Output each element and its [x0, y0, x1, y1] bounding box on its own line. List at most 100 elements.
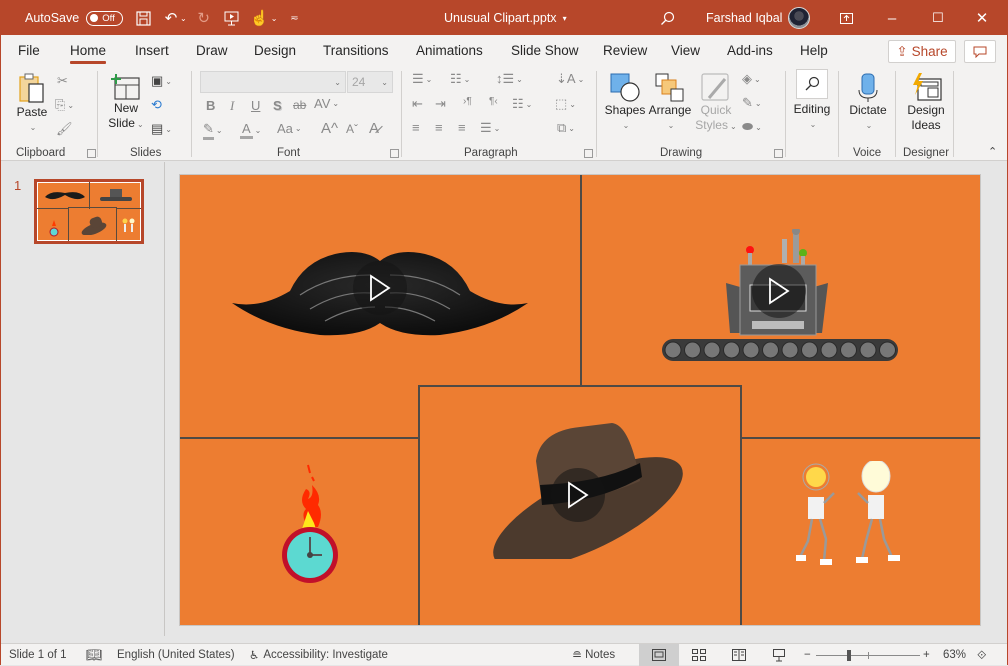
character-spacing-button[interactable]: AV ⌄	[314, 96, 339, 111]
align-left-icon[interactable]: ≡	[412, 120, 420, 135]
save-icon[interactable]	[132, 7, 154, 29]
change-case-button[interactable]: Aa ⌄	[277, 121, 302, 136]
align-right-icon[interactable]: ≡	[458, 120, 466, 135]
ltr-icon[interactable]: ›¶	[463, 96, 472, 107]
layout-icon[interactable]: ▣ ⌄	[151, 73, 172, 89]
line-spacing-icon[interactable]: ↕☰ ⌄	[496, 71, 523, 87]
title-dropdown-icon[interactable]: ▾	[563, 14, 567, 23]
tab-design[interactable]: Design	[254, 35, 296, 65]
font-name-combo[interactable]: ⌄	[200, 71, 346, 93]
align-text-icon[interactable]: ⬚ ⌄	[555, 96, 576, 112]
bullets-icon[interactable]: ☰ ⌄	[412, 71, 432, 87]
new-slide-button[interactable]: New Slide ⌄	[108, 73, 144, 132]
play-media-button[interactable]	[752, 264, 806, 318]
numbering-icon[interactable]: ☷ ⌄	[450, 71, 470, 87]
shadow-button[interactable]: S	[273, 98, 282, 113]
accessibility-checker[interactable]: ♿︎ Accessibility: Investigate	[249, 644, 388, 666]
quick-styles-button[interactable]: Quick Styles ⌄	[694, 73, 738, 134]
tab-animations[interactable]: Animations	[416, 35, 483, 65]
shapes-button[interactable]: Shapes ⌄	[604, 73, 646, 133]
notes-button[interactable]: ≘ Notes	[572, 644, 615, 666]
autosave-control[interactable]: AutoSave Off	[25, 1, 124, 35]
minimize-icon[interactable]: –	[881, 7, 903, 29]
tab-slide-show[interactable]: Slide Show	[511, 35, 579, 65]
paste-dropdown-icon[interactable]: ⌄	[30, 120, 37, 135]
decrease-indent-icon[interactable]: ⇤	[412, 96, 423, 112]
spelling-check-icon[interactable]: 📖︎	[86, 644, 103, 666]
format-painter-icon[interactable]: 🖌	[56, 121, 73, 137]
mustache-clipart[interactable]	[230, 245, 530, 350]
design-ideas-button[interactable]: Design Ideas	[904, 73, 948, 133]
zoom-slider[interactable]	[816, 644, 920, 666]
robot-tank-clipart[interactable]	[660, 227, 900, 368]
search-icon[interactable]	[656, 7, 678, 29]
font-name-dropdown-icon[interactable]: ⌄	[334, 78, 341, 87]
shape-outline-icon[interactable]: ✎ ⌄	[742, 95, 762, 111]
fit-to-window-icon[interactable]: ⟐	[977, 644, 986, 666]
zoom-in-button[interactable]: +	[923, 644, 930, 666]
highlight-color-button[interactable]: ✎ ⌄	[203, 121, 223, 140]
tab-insert[interactable]: Insert	[135, 35, 169, 65]
tab-draw[interactable]: Draw	[196, 35, 228, 65]
undo-icon[interactable]: ↶	[160, 7, 182, 29]
section-icon[interactable]: ▤ ⌄	[151, 121, 172, 137]
align-center-icon[interactable]: ≡	[435, 120, 443, 135]
rtl-icon[interactable]: ¶‹	[489, 96, 498, 107]
autosave-toggle[interactable]: Off	[86, 10, 124, 26]
touch-mode-icon[interactable]: ☝	[249, 7, 271, 29]
tab-file[interactable]: File	[18, 35, 40, 65]
touch-mode-dropdown-icon[interactable]: ⌄	[271, 14, 278, 23]
arrange-button[interactable]: Arrange ⌄	[648, 73, 692, 133]
reading-view-button[interactable]	[719, 644, 759, 666]
smartart-icon[interactable]: ⧉ ⌄	[557, 120, 575, 136]
play-media-button[interactable]	[353, 261, 407, 315]
italic-button[interactable]: I	[230, 98, 234, 114]
ribbon-display-options-icon[interactable]	[835, 7, 857, 29]
font-size-dropdown-icon[interactable]: ⌄	[381, 78, 388, 87]
collapse-ribbon-icon[interactable]: ⌃	[988, 145, 997, 158]
zoom-slider-thumb[interactable]	[846, 649, 851, 661]
columns-icon[interactable]: ☷ ⌄	[512, 96, 532, 112]
normal-view-button[interactable]	[639, 644, 679, 666]
fedora-hat-clipart[interactable]	[490, 421, 696, 569]
lightbulb-robots-clipart[interactable]	[796, 459, 910, 572]
tab-review[interactable]: Review	[603, 35, 647, 65]
shape-effects-icon[interactable]: ⬬ ⌄	[742, 119, 762, 135]
justify-icon[interactable]: ☰ ⌄	[480, 120, 500, 136]
paste-button[interactable]: Paste ⌄	[15, 73, 49, 135]
increase-indent-icon[interactable]: ⇥	[435, 96, 446, 112]
font-launcher-icon[interactable]	[390, 149, 399, 158]
dictate-button[interactable]: Dictate ⌄	[846, 73, 890, 133]
maximize-icon[interactable]: ☐	[927, 7, 949, 29]
paragraph-launcher-icon[interactable]	[584, 149, 593, 158]
slide-show-button[interactable]	[759, 644, 799, 666]
grow-font-button[interactable]: A^	[321, 120, 338, 137]
shape-fill-icon[interactable]: ◈ ⌄	[742, 71, 761, 87]
slide-count[interactable]: Slide 1 of 1	[9, 644, 67, 666]
font-color-button[interactable]: A ⌄	[240, 121, 261, 139]
language-indicator[interactable]: English (United States)	[117, 644, 235, 666]
drawing-launcher-icon[interactable]	[774, 149, 783, 158]
present-from-start-icon[interactable]	[221, 7, 243, 29]
zoom-out-button[interactable]: −	[804, 644, 811, 666]
shrink-font-button[interactable]: Aˇ	[346, 122, 358, 136]
tab-help[interactable]: Help	[800, 35, 828, 65]
share-button[interactable]: ⇪ Share	[888, 40, 956, 63]
reset-slide-icon[interactable]: ⟲	[151, 97, 162, 113]
editing-button[interactable]: Editing ⌄	[791, 69, 833, 132]
underline-button[interactable]: U	[251, 98, 260, 113]
close-icon[interactable]: ✕	[971, 7, 993, 29]
strikethrough-button[interactable]: ab	[293, 98, 306, 112]
font-size-combo[interactable]: 24 ⌄	[347, 71, 393, 93]
user-name[interactable]: Farshad Iqbal	[706, 1, 782, 35]
slide-sorter-button[interactable]	[679, 644, 719, 666]
clipboard-launcher-icon[interactable]	[87, 149, 96, 158]
clear-formatting-icon[interactable]: A̷	[369, 120, 379, 137]
comments-button[interactable]	[964, 40, 996, 63]
play-media-button[interactable]	[551, 468, 605, 522]
slide-canvas[interactable]	[179, 174, 981, 626]
tab-transitions[interactable]: Transitions	[323, 35, 389, 65]
bold-button[interactable]: B	[206, 98, 215, 113]
tab-home[interactable]: Home	[70, 35, 107, 65]
avatar[interactable]	[788, 7, 810, 29]
